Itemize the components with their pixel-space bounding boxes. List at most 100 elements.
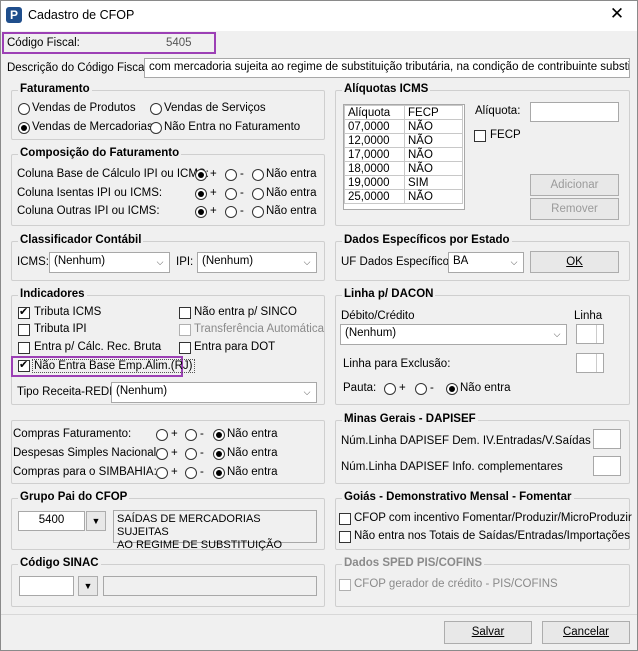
radio-pauta-none[interactable] bbox=[446, 383, 458, 395]
uf-label: UF Dados Específicos: bbox=[341, 256, 458, 268]
radio-compras-plus[interactable] bbox=[156, 429, 168, 441]
goias-incentivo-checkbox[interactable] bbox=[339, 513, 351, 525]
radio-nao-entra-faturamento[interactable] bbox=[150, 122, 162, 134]
tributa-icms-label: Tributa ICMS bbox=[34, 306, 102, 318]
ok-button[interactable]: OK bbox=[530, 251, 619, 273]
radio-base-minus[interactable] bbox=[225, 169, 237, 181]
debito-select[interactable]: (Nenhum) ⌵ bbox=[340, 324, 567, 345]
remover-button[interactable]: Remover bbox=[530, 198, 619, 220]
entra-dot-label: Entra para DOT bbox=[194, 341, 276, 353]
tipo-receita-label: Tipo Receita-REDF: bbox=[17, 386, 120, 398]
cancel-label: Cancelar bbox=[562, 626, 610, 638]
minas-row1-input[interactable] bbox=[593, 429, 621, 449]
close-icon[interactable]: ✕ bbox=[605, 4, 629, 24]
goias-totais-label: Não entra nos Totais de Saídas/Entradas/… bbox=[354, 530, 630, 542]
sped-label: CFOP gerador de crédito - PIS/COFINS bbox=[354, 578, 558, 590]
cancel-button[interactable]: Cancelar bbox=[542, 621, 630, 644]
entra-calc-checkbox[interactable] bbox=[18, 342, 30, 354]
faturamento-title: Faturamento bbox=[18, 83, 92, 95]
radio-base-none[interactable] bbox=[252, 169, 264, 181]
composicao-row-base: Coluna Base de Cálculo IPI ou ICMS: bbox=[17, 168, 209, 180]
plus-label: + bbox=[210, 168, 217, 180]
sinac-code-input[interactable] bbox=[19, 576, 74, 596]
radio-despesas-plus[interactable] bbox=[156, 448, 168, 460]
radio-simbahia-plus[interactable] bbox=[156, 467, 168, 479]
radio-pauta-plus[interactable] bbox=[384, 383, 396, 395]
aliquota-label: Alíquota: bbox=[475, 105, 521, 117]
vendas-mercadorias-label: Vendas de Mercadorias bbox=[32, 121, 153, 133]
fecp-checkbox[interactable] bbox=[474, 130, 486, 142]
radio-despesas-none[interactable] bbox=[213, 448, 225, 460]
ipi-select[interactable]: (Nenhum) ⌵ bbox=[197, 252, 317, 273]
radio-vendas-produtos[interactable] bbox=[18, 103, 30, 115]
plus-label: + bbox=[171, 428, 178, 440]
radio-base-plus[interactable] bbox=[195, 169, 207, 181]
radio-outras-none[interactable] bbox=[252, 206, 264, 218]
table-row[interactable]: 18,0000 NÃO bbox=[344, 161, 463, 176]
dacon-title: Linha p/ DACON bbox=[342, 288, 436, 300]
adicionar-button[interactable]: Adicionar bbox=[530, 174, 619, 196]
minas-row1-label: Núm.Linha DAPISEF Dem. IV.Entradas/V.Saí… bbox=[341, 435, 591, 447]
table-row[interactable]: 07,0000 NÃO bbox=[344, 119, 463, 134]
grupo-dropdown-button[interactable]: ▼ bbox=[86, 511, 106, 531]
nao-entra-base-checkbox[interactable] bbox=[18, 358, 30, 372]
radio-vendas-mercadorias[interactable] bbox=[18, 122, 30, 134]
radio-outras-minus[interactable] bbox=[225, 206, 237, 218]
minas-row2-input[interactable] bbox=[593, 456, 621, 476]
linha-spinner[interactable] bbox=[576, 324, 604, 344]
save-button[interactable]: Salvar bbox=[444, 621, 532, 644]
sinac-title: Código SINAC bbox=[18, 557, 101, 569]
uf-select[interactable]: BA ⌵ bbox=[448, 252, 524, 273]
table-row[interactable]: 25,0000 NÃO bbox=[344, 189, 463, 204]
radio-pauta-minus[interactable] bbox=[415, 383, 427, 395]
cell-aliquota: 12,0000 bbox=[344, 133, 405, 148]
tributa-icms-checkbox[interactable] bbox=[18, 305, 30, 319]
aliquotas-grid[interactable]: Alíquota FECP 07,0000 NÃO 12,0000 NÃO 17,0… bbox=[343, 104, 465, 210]
grupo-code-input[interactable]: 5400 bbox=[18, 511, 85, 531]
none-label: Não entra bbox=[227, 466, 278, 478]
plus-label: + bbox=[399, 382, 406, 394]
radio-compras-minus[interactable] bbox=[185, 429, 197, 441]
radio-despesas-minus[interactable] bbox=[185, 448, 197, 460]
entra-calc-label: Entra p/ Cálc. Rec. Bruta bbox=[34, 341, 162, 353]
aliquota-input[interactable] bbox=[530, 102, 619, 122]
composicao-title: Composição do Faturamento bbox=[18, 147, 182, 159]
minus-label: - bbox=[200, 428, 204, 440]
cell-aliquota: 19,0000 bbox=[344, 175, 405, 190]
entra-dot-checkbox[interactable] bbox=[179, 342, 191, 354]
radio-outras-plus[interactable] bbox=[195, 206, 207, 218]
footer-divider bbox=[1, 614, 637, 615]
cell-aliquota: 18,0000 bbox=[344, 161, 405, 176]
cell-fecp: SIM bbox=[404, 175, 463, 190]
icms-select-value: (Nenhum) bbox=[54, 255, 106, 267]
table-row[interactable]: 17,0000 NÃO bbox=[344, 147, 463, 162]
exclusao-spinner[interactable] bbox=[576, 353, 604, 373]
table-row[interactable]: 19,0000 SIM bbox=[344, 175, 463, 190]
sinac-dropdown-button[interactable]: ▼ bbox=[78, 576, 98, 596]
radio-compras-none[interactable] bbox=[213, 429, 225, 441]
chevron-down-icon: ⌵ bbox=[156, 257, 164, 267]
triangle-down-icon: ▼ bbox=[91, 516, 101, 526]
radio-simbahia-minus[interactable] bbox=[185, 467, 197, 479]
transferencia-checkbox[interactable] bbox=[179, 324, 191, 336]
nao-sinco-checkbox[interactable] bbox=[179, 307, 191, 319]
cell-fecp: NÃO bbox=[404, 119, 463, 134]
column-header-fecp: FECP bbox=[404, 105, 463, 120]
cell-aliquota: 25,0000 bbox=[344, 189, 405, 204]
goias-totais-checkbox[interactable] bbox=[339, 531, 351, 543]
tipo-receita-select[interactable]: (Nenhum) ⌵ bbox=[111, 382, 317, 403]
radio-isentas-minus[interactable] bbox=[225, 188, 237, 200]
sped-checkbox[interactable] bbox=[339, 579, 351, 591]
radio-simbahia-none[interactable] bbox=[213, 467, 225, 479]
fecp-label: FECP bbox=[490, 129, 521, 141]
tributa-ipi-checkbox[interactable] bbox=[18, 324, 30, 336]
icms-select[interactable]: (Nenhum) ⌵ bbox=[49, 252, 170, 273]
cfop-dialog: P Cadastro de CFOP ✕ Código Fiscal: 5405… bbox=[0, 0, 638, 651]
transferencia-label: Transferência Automática bbox=[194, 323, 324, 335]
title-bar: P Cadastro de CFOP ✕ bbox=[1, 1, 637, 31]
table-row[interactable]: 12,0000 NÃO bbox=[344, 133, 463, 148]
radio-vendas-servicos[interactable] bbox=[150, 103, 162, 115]
radio-isentas-none[interactable] bbox=[252, 188, 264, 200]
radio-isentas-plus[interactable] bbox=[195, 188, 207, 200]
descricao-input[interactable]: com mercadoria sujeita ao regime de subs… bbox=[144, 58, 630, 78]
